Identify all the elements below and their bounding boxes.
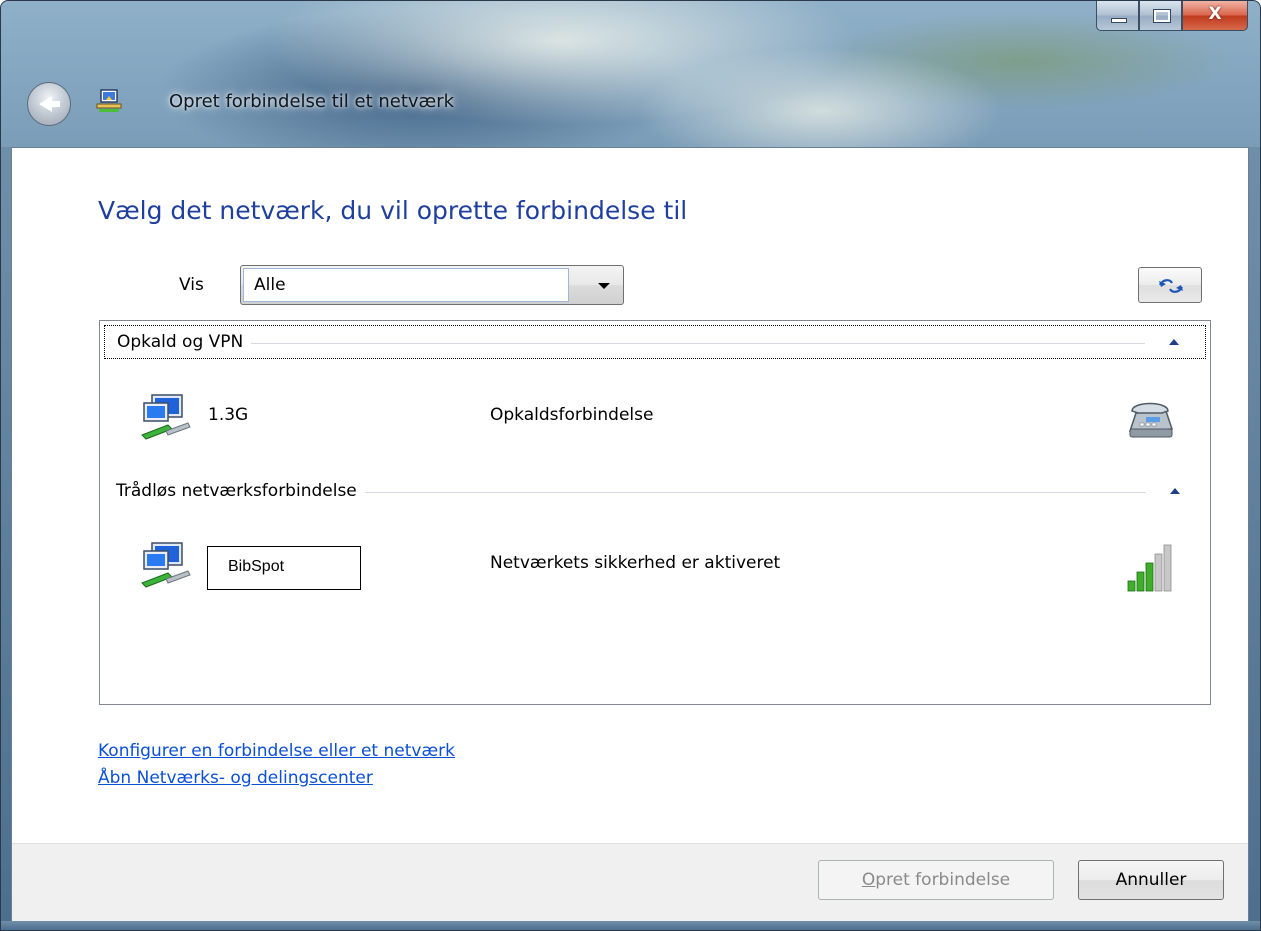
network-name: 1.3G	[208, 405, 249, 425]
connect-button[interactable]: Opret forbindelse	[818, 860, 1054, 900]
group-label: Opkald og VPN	[117, 332, 252, 352]
group-header-dialup-vpn[interactable]: Opkald og VPN	[104, 325, 1206, 359]
phone-icon	[1128, 402, 1174, 438]
network-status: Netværkets sikkerhed er aktiveret	[490, 553, 781, 573]
cancel-button[interactable]: Annuller	[1078, 860, 1224, 900]
link-area: Konfigurer en forbindelse eller et netvæ…	[98, 738, 455, 792]
chevron-up-icon[interactable]	[1169, 339, 1179, 345]
refresh-button[interactable]	[1138, 267, 1202, 303]
filter-label: Vis	[179, 275, 204, 295]
footer-bar: Opret forbindelse Annuller	[12, 843, 1248, 921]
close-icon: X	[1208, 4, 1222, 24]
window-title: Opret forbindelse til et netværk	[169, 91, 455, 112]
client-area: Vælg det netværk, du vil oprette forbind…	[11, 147, 1249, 921]
network-computers-icon	[141, 542, 191, 588]
window-frame-left	[1, 147, 11, 930]
filter-selected-value: Alle	[254, 275, 286, 295]
signal-bar	[1127, 580, 1136, 592]
chevron-up-icon[interactable]	[1170, 488, 1180, 494]
network-connect-icon	[96, 89, 122, 112]
window-frame-bottom	[1, 921, 1260, 930]
chevron-down-icon	[598, 283, 610, 289]
connect-button-label: pret forbindelse	[875, 870, 1011, 890]
page-heading: Vælg det netværk, du vil oprette forbind…	[98, 196, 688, 225]
caption-buttons: X	[1096, 1, 1248, 37]
network-item-1-3g[interactable]: 1.3G Opkaldsforbindelse	[104, 385, 1206, 455]
window-frame-right	[1249, 147, 1260, 930]
network-list[interactable]: Opkald og VPN 1.3G Opkaldsforbindelse Tr…	[99, 320, 1211, 705]
refresh-icon	[1159, 279, 1183, 293]
group-header-wireless[interactable]: Trådløs netværksforbindelse	[104, 475, 1206, 509]
filter-dropdown-field: Alle	[243, 268, 569, 302]
filter-dropdown[interactable]: Alle	[240, 265, 624, 305]
close-button[interactable]: X	[1182, 1, 1248, 31]
configure-connection-link[interactable]: Konfigurer en forbindelse eller et netvæ…	[98, 738, 455, 765]
group-divider	[121, 343, 1145, 344]
open-network-center-link[interactable]: Åbn Netværks- og delingscenter	[98, 765, 455, 792]
signal-bar	[1145, 562, 1154, 592]
back-arrow-icon[interactable]	[27, 82, 71, 126]
network-name: BibSpot	[228, 558, 285, 575]
minimize-button[interactable]	[1096, 1, 1139, 31]
network-item-bibspot[interactable]: BibSpot Netværkets sikkerhed er aktivere…	[104, 533, 1206, 603]
signal-strength-icon	[1127, 544, 1172, 592]
network-status: Opkaldsforbindelse	[490, 405, 654, 425]
signal-bar	[1163, 544, 1172, 592]
network-computers-icon	[141, 394, 191, 440]
signal-bar	[1136, 571, 1145, 592]
connect-button-accel: O	[861, 870, 876, 890]
group-label: Trådløs netværksforbindelse	[116, 481, 365, 501]
maximize-button[interactable]	[1139, 1, 1182, 31]
dialog-window: X Opret forbindelse til et netværk Vælg …	[0, 0, 1261, 931]
network-name-box: BibSpot	[207, 546, 361, 590]
signal-bar	[1154, 553, 1163, 592]
